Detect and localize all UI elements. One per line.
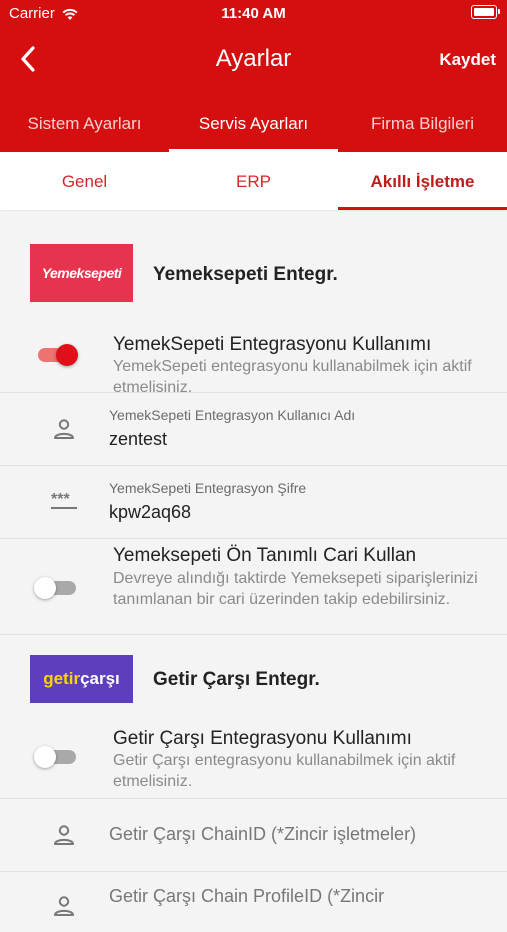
yemeksepeti-default-account-row: Yemeksepeti Ön Tanımlı Cari Kullan Devre… <box>0 538 507 634</box>
yemeksepeti-logo-text: Yemeksepeti <box>41 265 122 281</box>
toggle-knob <box>34 746 56 768</box>
yemeksepeti-password-label: YemekSepeti Entegrasyon Şifre <box>109 480 307 496</box>
status-bar: Carrier 11:40 AM <box>0 0 507 28</box>
yemeksepeti-logo: Yemeksepeti <box>30 244 133 302</box>
tab-company-info[interactable]: Firma Bilgileri <box>338 92 507 152</box>
top-tab-bar: Sistem Ayarları Servis Ayarları Firma Bi… <box>0 92 507 152</box>
getir-chain-profile-id-input[interactable]: Getir Çarşı Chain ProfileID (*Zincir <box>109 886 384 907</box>
subtab-smart-business[interactable]: Akıllı İşletme <box>338 152 507 210</box>
getir-carsi-logo: getir çarşı <box>30 655 133 703</box>
password-icon: *** <box>51 491 77 509</box>
save-button[interactable]: Kaydet <box>439 50 496 70</box>
sub-tab-bar: Genel ERP Akıllı İşletme <box>0 152 507 210</box>
header: Carrier 11:40 AM Ayarlar Kaydet Sistem A… <box>0 0 507 152</box>
yemeksepeti-default-account-title: Yemeksepeti Ön Tanımlı Cari Kullan <box>113 545 417 566</box>
getir-use-integration-row: Getir Çarşı Entegrasyonu Kullanımı Getir… <box>0 723 507 798</box>
status-time: 11:40 AM <box>221 5 286 22</box>
tab-service-settings[interactable]: Servis Ayarları <box>169 92 338 152</box>
toggle-knob <box>34 577 56 599</box>
yemeksepeti-default-account-description: Devreye alındığı taktirde Yemeksepeti si… <box>113 570 478 608</box>
yemeksepeti-section-header: Yemeksepeti Yemeksepeti Entegr. <box>0 210 507 324</box>
getir-integration-description: Getir Çarşı entegrasyonu kullanabilmek i… <box>113 752 456 790</box>
subtab-general[interactable]: Genel <box>0 152 169 210</box>
getir-logo-text: getir <box>43 669 81 688</box>
yemeksepeti-username-value[interactable]: zentest <box>109 429 167 450</box>
getir-section-header: getir çarşı Getir Çarşı Entegr. <box>0 634 507 723</box>
carsi-logo-text: çarşı <box>80 669 120 688</box>
yemeksepeti-use-integration-row: YemekSepeti Entegrasyonu Kullanımı Yemek… <box>0 324 507 396</box>
getir-integration-toggle[interactable] <box>34 746 78 768</box>
getir-chain-profile-id-row[interactable]: Getir Çarşı Chain ProfileID (*Zincir <box>0 871 507 932</box>
yemeksepeti-integration-toggle[interactable] <box>34 344 78 366</box>
user-icon <box>54 419 74 439</box>
yemeksepeti-password-row[interactable]: *** YemekSepeti Entegrasyon Şifre kpw2aq… <box>0 465 507 538</box>
yemeksepeti-section-title: Yemeksepeti Entegr. <box>153 264 338 285</box>
battery-icon <box>471 5 500 19</box>
tab-system-settings[interactable]: Sistem Ayarları <box>0 92 169 152</box>
page-title: Ayarlar <box>215 45 292 72</box>
getir-chain-id-input[interactable]: Getir Çarşı ChainID (*Zincir işletmeler) <box>109 824 416 845</box>
yemeksepeti-username-row[interactable]: YemekSepeti Entegrasyon Kullanıcı Adı ze… <box>0 392 507 465</box>
user-icon <box>54 896 74 916</box>
yemeksepeti-default-account-toggle[interactable] <box>34 577 78 599</box>
yemeksepeti-integration-title: YemekSepeti Entegrasyonu Kullanımı <box>113 334 432 355</box>
subtab-erp[interactable]: ERP <box>169 152 338 210</box>
settings-content: Yemeksepeti Yemeksepeti Entegr. YemekSep… <box>0 210 507 932</box>
navigation-bar: Ayarlar Kaydet <box>0 28 507 92</box>
svg-text:***: *** <box>51 491 70 508</box>
user-icon <box>54 825 74 845</box>
getir-integration-title: Getir Çarşı Entegrasyonu Kullanımı <box>113 728 412 749</box>
yemeksepeti-username-label: YemekSepeti Entegrasyon Kullanıcı Adı <box>109 407 356 423</box>
getir-chain-id-row[interactable]: Getir Çarşı ChainID (*Zincir işletmeler) <box>0 798 507 871</box>
getir-section-title: Getir Çarşı Entegr. <box>153 669 320 690</box>
yemeksepeti-password-value[interactable]: kpw2aq68 <box>109 502 191 523</box>
toggle-knob <box>56 344 78 366</box>
